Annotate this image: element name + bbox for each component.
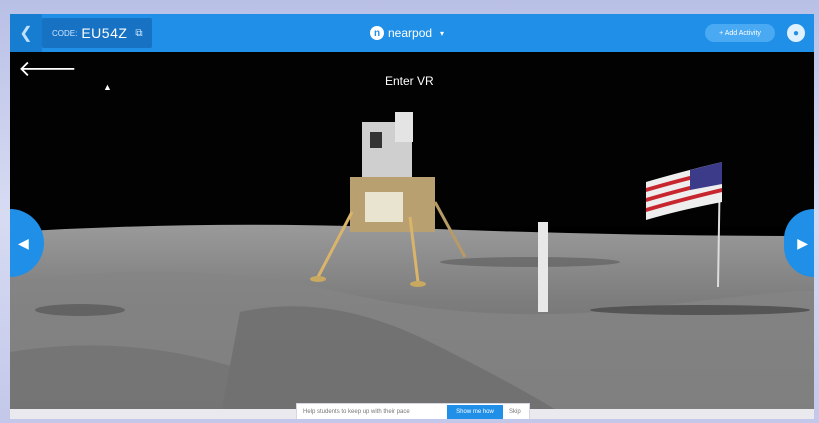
chevron-down-icon: ▾ (440, 28, 445, 38)
brand-name: nearpod (388, 26, 433, 40)
user-icon[interactable]: ● (787, 24, 805, 42)
chevron-left-icon: ❮ (19, 25, 33, 42)
code-label: CODE: (52, 28, 78, 38)
vr-viewer[interactable]: 🡐 ▲ Enter VR ◀ ▶ Help students to keep u… (10, 52, 814, 419)
skip-button[interactable]: Skip (509, 409, 521, 415)
code-value: EU54Z (81, 25, 128, 41)
copy-icon[interactable]: ⧉ (135, 28, 142, 39)
session-code[interactable]: CODE: EU54Z ⧉ (42, 18, 152, 48)
arrow-left-icon[interactable]: 🡐 (18, 58, 77, 80)
top-bar: ❮ CODE: EU54Z ⧉ n nearpod ▾ + Add Activi… (10, 14, 814, 52)
nearpod-logo-icon: n (370, 26, 384, 40)
moon-panorama (10, 52, 814, 419)
tooltip-text: Help students to keep up with their pace (303, 409, 410, 415)
white-post (538, 222, 548, 312)
back-button[interactable]: ❮ (10, 14, 42, 52)
app-frame: ❮ CODE: EU54Z ⧉ n nearpod ▾ + Add Activi… (10, 14, 814, 419)
show-me-button[interactable]: Show me how (447, 405, 503, 419)
chevron-left-icon: ◀ (18, 234, 29, 251)
onboarding-tooltip: Help students to keep up with their pace… (296, 403, 530, 419)
enter-vr-button[interactable]: Enter VR (385, 74, 434, 88)
chevron-right-icon: ▶ (797, 234, 808, 251)
add-activity-button[interactable]: + Add Activity (705, 24, 775, 42)
brand-menu[interactable]: n nearpod ▾ (370, 23, 444, 43)
mouse-cursor-icon: ▲ (103, 82, 112, 92)
